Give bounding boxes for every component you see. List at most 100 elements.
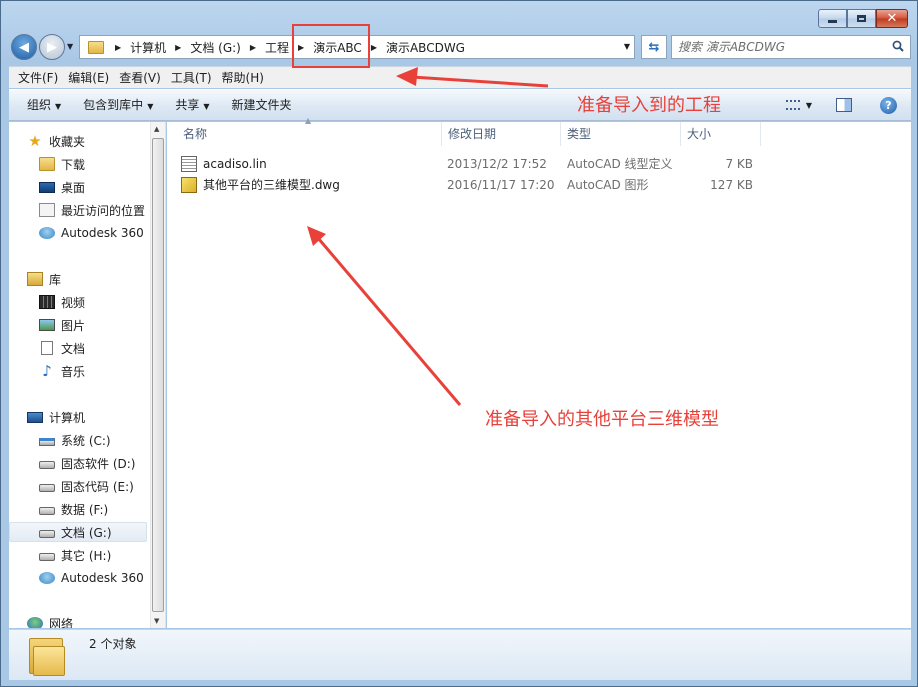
menu-view[interactable]: 查看(V) [114,68,166,88]
recent-pages-dropdown-icon[interactable]: ▼ [67,42,73,51]
share-button[interactable]: 共享 ▼ [167,90,217,120]
help-icon[interactable]: ? [880,96,897,114]
search-input[interactable] [672,36,882,58]
nav-drive-e-label: 固态代码 (E:) [61,479,134,494]
include-in-library-button[interactable]: 包含到库中 ▼ [75,90,161,120]
navigation-pane: ★ 收藏夹 下载 桌面 最近访问的位置 Autodesk 360 库 视频 图片 … [9,122,166,628]
forward-arrow-icon: ▶ [47,39,57,55]
nav-drive-e[interactable]: 固态代码 (E:) [39,476,165,496]
breadcrumb-separator-icon[interactable]: ▶ [110,43,126,52]
nav-network-label: 网络 [49,616,74,629]
file-size: 127 KB [710,177,753,192]
breadcrumb-drive-g[interactable]: 文档 (G:) [186,36,245,58]
search-icon[interactable] [892,40,904,52]
nav-pictures[interactable]: 图片 [39,315,165,335]
column-size[interactable]: 大小 [681,122,761,146]
document-icon [41,341,53,355]
nav-desktop[interactable]: 桌面 [39,177,165,197]
autodesk-360-icon [39,572,55,584]
nav-libraries[interactable]: 库 [27,269,165,289]
text-file-icon [181,155,197,172]
nav-recent-places[interactable]: 最近访问的位置 [39,200,165,220]
nav-autodesk-360-fav-label: Autodesk 360 [61,226,144,240]
back-button[interactable]: ◀ [11,34,37,60]
nav-drive-g[interactable]: 文档 (G:) [9,522,147,542]
breadcrumb-demo-abcdwg[interactable]: 演示ABCDWG [382,36,469,58]
network-icon [27,616,43,628]
scroll-up-icon[interactable]: ▲ [154,125,159,133]
nav-drive-c[interactable]: 系统 (C:) [39,430,165,450]
forward-button[interactable]: ▶ [39,34,65,60]
nav-recent-places-label: 最近访问的位置 [61,203,146,218]
scroll-down-icon[interactable]: ▼ [154,617,159,625]
breadcrumb-separator-icon[interactable]: ▶ [170,43,186,52]
downloads-folder-icon [39,157,55,171]
nav-drive-d[interactable]: 固态软件 (D:) [39,453,165,473]
include-in-library-label: 包含到库中 [83,98,144,112]
chevron-down-icon: ▼ [55,102,62,111]
maximize-button[interactable] [847,9,876,28]
breadcrumb-project[interactable]: 工程 [261,36,293,58]
nav-favorites-label: 收藏夹 [49,134,86,149]
nav-libraries-label: 库 [49,272,62,287]
item-count: 2 个对象 [89,637,137,651]
column-modified[interactable]: 修改日期 [442,122,561,146]
explorer-window: ✕ ◀ ▶ ▼ ▶ 计算机 ▶ 文档 (G:) ▶ 工程 ▶ 演示ABC ▶ 演… [0,0,918,687]
breadcrumb-computer[interactable]: 计算机 [126,36,170,58]
nav-scrollbar-thumb[interactable] [152,138,164,612]
file-list-pane: ▲ 名称 修改日期 类型 大小 acadiso.lin 2013/12/2 17… [167,116,911,628]
nav-autodesk-360-pc[interactable]: Autodesk 360 [39,568,165,588]
picture-icon [39,319,55,331]
minimize-button[interactable] [818,9,847,28]
nav-autodesk-360-fav[interactable]: Autodesk 360 [39,223,165,243]
file-size: 7 KB [725,156,753,171]
desktop-icon [39,181,55,193]
nav-music-label: 音乐 [61,364,86,379]
maximize-icon [857,15,866,22]
preview-pane-icon[interactable] [836,98,852,112]
menu-tools[interactable]: 工具(T) [166,68,217,88]
chevron-down-icon: ▼ [203,102,210,111]
nav-favorites[interactable]: ★ 收藏夹 [27,131,165,151]
library-icon [27,272,43,286]
star-icon: ★ [28,132,42,150]
nav-computer[interactable]: 计算机 [27,407,165,427]
address-dropdown-icon[interactable]: ▼ [624,42,630,51]
close-button[interactable]: ✕ [876,9,908,28]
nav-videos[interactable]: 视频 [39,292,165,312]
file-row[interactable]: 其他平台的三维模型.dwg 2016/11/17 17:20 AutoCAD 图… [181,174,771,195]
nav-music[interactable]: ♪ 音乐 [39,361,165,381]
organize-button[interactable]: 组织 ▼ [19,90,69,120]
nav-downloads[interactable]: 下载 [39,154,165,174]
new-folder-button[interactable]: 新建文件夹 [224,90,300,120]
nav-drive-g-label: 文档 (G:) [61,525,112,540]
nav-documents[interactable]: 文档 [39,338,165,358]
nav-pictures-label: 图片 [61,318,86,333]
column-name[interactable]: 名称 [177,122,442,146]
nav-drive-f-label: 数据 (F:) [61,502,109,517]
nav-drive-h[interactable]: 其它 (H:) [39,545,165,565]
video-icon [39,295,55,309]
nav-network[interactable]: 网络 [27,613,165,629]
refresh-button[interactable]: ⇆ [641,35,667,59]
file-row[interactable]: acadiso.lin 2013/12/2 17:52 AutoCAD 线型定义… [181,153,771,174]
menu-help[interactable]: 帮助(H) [217,68,269,88]
menu-edit[interactable]: 编辑(E) [63,68,114,88]
drive-icon [39,507,55,515]
command-bar: 组织 ▼ 包含到库中 ▼ 共享 ▼ 新建文件夹 ▼ ? [9,89,911,121]
change-view-icon[interactable] [785,100,800,110]
file-type: AutoCAD 线型定义 [567,157,673,171]
nav-videos-label: 视频 [61,295,86,310]
column-type[interactable]: 类型 [561,122,681,146]
nav-scrollbar[interactable]: ▲ ▼ [150,122,165,628]
organize-label: 组织 [27,98,52,112]
nav-drive-c-label: 系统 (C:) [61,433,111,448]
folder-icon [29,634,67,676]
breadcrumb-separator-icon[interactable]: ▶ [245,43,261,52]
nav-drive-f[interactable]: 数据 (F:) [39,499,165,519]
view-dropdown-icon[interactable]: ▼ [806,101,812,110]
search-box[interactable] [671,35,911,59]
drive-icon [39,553,55,561]
back-arrow-icon: ◀ [19,39,29,55]
menu-file[interactable]: 文件(F) [13,68,63,88]
